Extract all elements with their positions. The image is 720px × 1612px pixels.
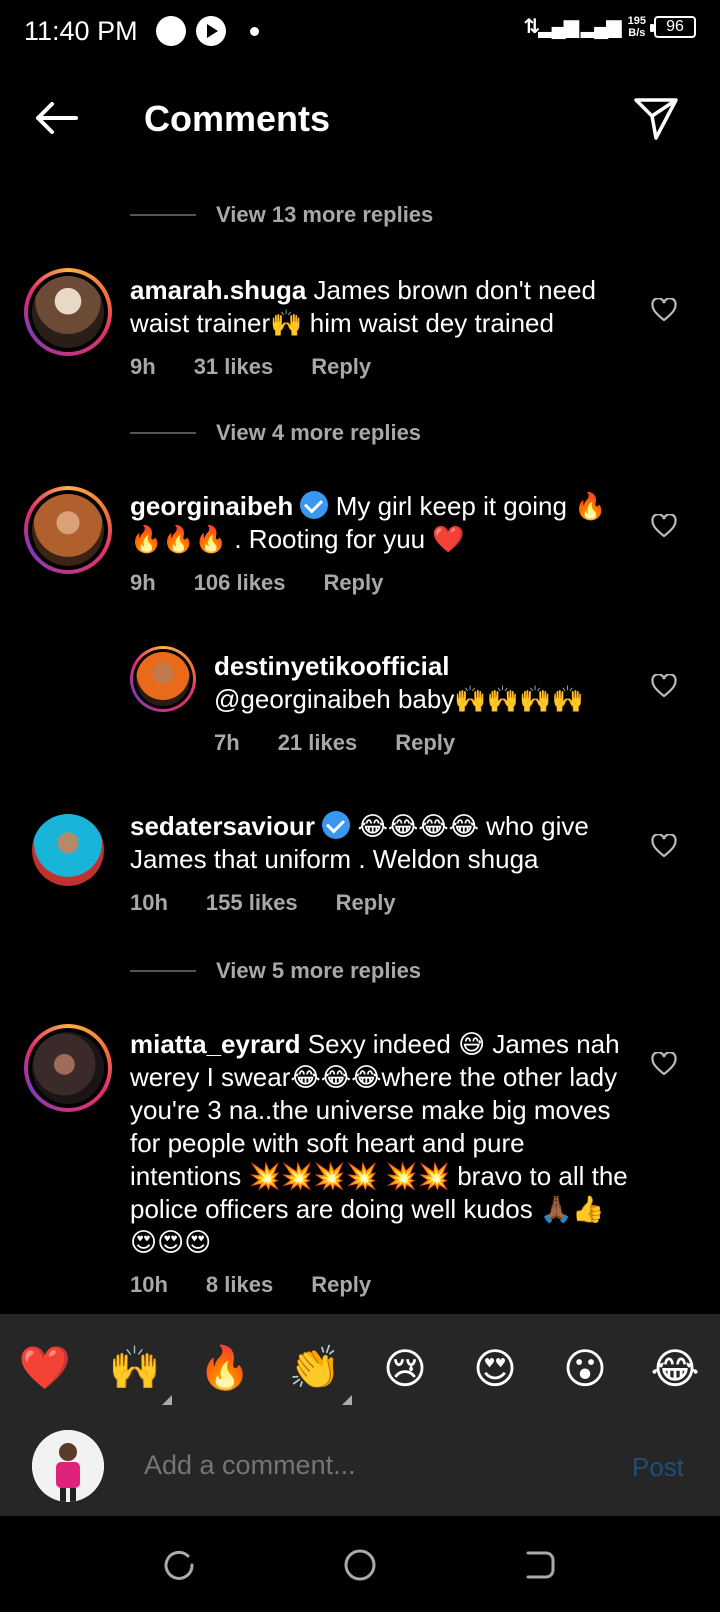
comment-body: @georginaibeh baby🙌🙌🙌🙌 bbox=[214, 684, 584, 714]
view-more-label: View 5 more replies bbox=[216, 958, 422, 983]
avatar-person-icon bbox=[32, 1430, 104, 1502]
comment-username[interactable]: georginaibeh bbox=[130, 491, 293, 521]
reply-button[interactable]: Reply bbox=[395, 730, 455, 756]
status-bar: 11:40 PM ⇅▂▄▆ ▂▄▆ 195 B/s 96 bbox=[0, 0, 720, 64]
net-speed-value: 195 bbox=[627, 14, 646, 27]
more-notifications-dot-icon bbox=[250, 26, 259, 36]
comment-time: 10h bbox=[130, 1272, 168, 1297]
home-icon[interactable] bbox=[343, 1548, 377, 1582]
comment-body: Sexy indeed 😅 James nah werey I swear😂😂😂… bbox=[130, 1029, 628, 1257]
comment-username[interactable]: destinyetikoofficial bbox=[214, 650, 634, 683]
comment-composer: Post bbox=[0, 1422, 720, 1516]
comment-text: miatta_eyrard Sexy indeed 😅 James nah we… bbox=[130, 1028, 630, 1259]
comment-username[interactable]: amarah.shuga bbox=[130, 275, 306, 305]
view-more-label: View 4 more replies bbox=[216, 420, 422, 445]
comment-likes[interactable]: 31 likes bbox=[194, 354, 274, 380]
like-heart-icon[interactable] bbox=[651, 298, 677, 322]
view-more-replies[interactable]: View 4 more replies bbox=[130, 420, 421, 446]
verified-badge-icon bbox=[300, 491, 329, 519]
net-speed-unit: B/s bbox=[628, 26, 646, 39]
emoji-surprised[interactable]: 😮 bbox=[554, 1344, 616, 1393]
like-heart-icon[interactable] bbox=[651, 514, 677, 538]
comment-likes[interactable]: 21 likes bbox=[278, 730, 358, 756]
recent-apps-icon[interactable] bbox=[162, 1548, 196, 1582]
skin-tone-indicator-icon bbox=[342, 1395, 352, 1405]
status-system-icons: ⇅▂▄▆ ▂▄▆ 195 B/s 96 bbox=[523, 14, 696, 39]
comment-meta: 7h 21 likes Reply bbox=[214, 730, 455, 756]
emoji-clap[interactable]: 👏 bbox=[284, 1343, 352, 1405]
comment-meta: 10h 8 likes Reply bbox=[130, 1272, 371, 1298]
emoji-crying[interactable]: 😢 bbox=[374, 1344, 436, 1393]
avatar[interactable] bbox=[32, 494, 104, 566]
battery-icon: 96 bbox=[650, 15, 696, 38]
back-nav-icon[interactable] bbox=[522, 1548, 556, 1582]
post-button[interactable]: Post bbox=[632, 1452, 684, 1483]
divider bbox=[130, 432, 196, 434]
view-more-replies[interactable]: View 13 more replies bbox=[130, 202, 433, 228]
comment-text: amarah.shuga James brown don't need wais… bbox=[130, 274, 630, 340]
comment-username[interactable]: sedatersaviour bbox=[130, 811, 315, 841]
comment-meta: 9h 106 likes Reply bbox=[130, 570, 383, 596]
page-title: Comments bbox=[144, 98, 331, 139]
reply-button[interactable]: Reply bbox=[311, 354, 371, 380]
comment-likes[interactable]: 8 likes bbox=[206, 1272, 273, 1298]
emoji-glyph: 🙌 bbox=[108, 1343, 162, 1392]
skin-tone-indicator-icon bbox=[162, 1395, 172, 1405]
comment-likes[interactable]: 155 likes bbox=[206, 890, 298, 916]
direct-share-icon[interactable] bbox=[632, 94, 680, 142]
avatar[interactable] bbox=[32, 1032, 104, 1104]
status-notification-icons bbox=[156, 16, 259, 46]
avatar[interactable] bbox=[136, 652, 190, 706]
view-more-label: View 13 more replies bbox=[216, 202, 434, 227]
my-avatar bbox=[32, 1430, 104, 1502]
comment-text: georginaibeh My girl keep it going 🔥🔥🔥🔥 … bbox=[130, 490, 630, 556]
reply-button[interactable]: Reply bbox=[311, 1272, 371, 1298]
avatar[interactable] bbox=[32, 814, 104, 886]
reply-button[interactable]: Reply bbox=[336, 890, 396, 916]
emoji-laughing[interactable]: 😂 bbox=[644, 1344, 706, 1393]
system-nav-bar bbox=[0, 1516, 720, 1612]
divider bbox=[130, 214, 196, 216]
add-comment-input[interactable] bbox=[144, 1450, 498, 1481]
divider bbox=[130, 970, 196, 972]
comment-meta: 9h 31 likes Reply bbox=[130, 354, 371, 380]
emoji-glyph: 👏 bbox=[288, 1343, 342, 1392]
like-heart-icon[interactable] bbox=[651, 674, 677, 698]
emoji-raised-hands[interactable]: 🙌 bbox=[104, 1343, 172, 1405]
header: Comments bbox=[0, 64, 720, 174]
comment-time: 7h bbox=[214, 730, 240, 755]
comment-text: sedatersaviour 😂😂😂😂 who give James that … bbox=[130, 810, 630, 876]
net-speed: 195 B/s bbox=[628, 15, 646, 39]
comment-time: 10h bbox=[130, 890, 168, 915]
emoji-heart-eyes[interactable]: 😍 bbox=[464, 1344, 526, 1393]
comment-meta: 10h 155 likes Reply bbox=[130, 890, 396, 916]
verified-badge-icon bbox=[322, 811, 351, 839]
emoji-heart[interactable]: ❤️ bbox=[14, 1343, 76, 1393]
like-heart-icon[interactable] bbox=[651, 1052, 677, 1076]
play-notification-icon bbox=[196, 16, 226, 46]
comment-time: 9h bbox=[130, 570, 156, 595]
view-more-replies[interactable]: View 5 more replies bbox=[130, 958, 421, 984]
emoji-fire[interactable]: 🔥 bbox=[194, 1343, 256, 1393]
app-notification-icon bbox=[156, 16, 186, 46]
reply-button[interactable]: Reply bbox=[323, 570, 383, 596]
signal-icon: ⇅▂▄▆ ▂▄▆ bbox=[523, 16, 621, 38]
comment-likes[interactable]: 106 likes bbox=[194, 570, 286, 596]
comment-username[interactable]: miatta_eyrard bbox=[130, 1029, 301, 1059]
status-time: 11:40 PM bbox=[24, 16, 138, 46]
back-arrow-icon[interactable] bbox=[32, 98, 80, 138]
comment-time: 9h bbox=[130, 354, 156, 379]
quick-emoji-bar: ❤️ 🙌 🔥 👏 😢 😍 😮 😂 bbox=[0, 1314, 720, 1422]
like-heart-icon[interactable] bbox=[651, 834, 677, 858]
avatar[interactable] bbox=[32, 276, 104, 348]
comment-text: destinyetikoofficial @georginaibeh baby🙌… bbox=[214, 650, 634, 716]
